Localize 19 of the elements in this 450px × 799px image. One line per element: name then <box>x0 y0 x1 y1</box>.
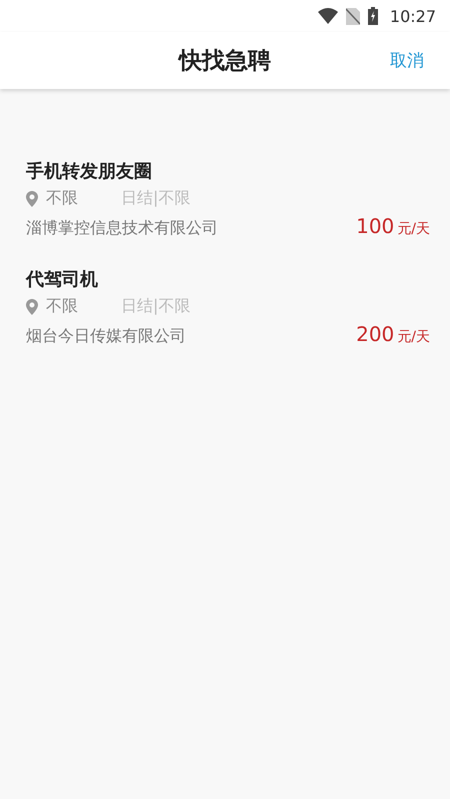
wifi-icon <box>318 8 338 24</box>
status-time: 10:27 <box>390 6 436 26</box>
no-sim-icon <box>346 8 360 24</box>
pay-unit: 元/天 <box>397 220 430 238</box>
job-location: 不限 <box>46 296 79 317</box>
job-settlement: 日结|不限 <box>121 188 190 209</box>
location-pin-icon <box>26 298 38 314</box>
pay-unit: 元/天 <box>397 328 430 346</box>
company-name: 淄博掌控信息技术有限公司 <box>26 218 218 239</box>
page-title: 快找急聘 <box>179 47 271 76</box>
location-pin-icon <box>26 190 38 206</box>
company-name: 烟台今日传媒有限公司 <box>26 326 186 347</box>
job-pay: 100 <box>356 214 394 238</box>
job-title[interactable]: 代驾司机 <box>26 267 430 291</box>
battery-icon <box>368 7 378 25</box>
job-pay: 200 <box>356 322 394 346</box>
job-title[interactable]: 手机转发朋友圈 <box>26 159 430 183</box>
job-settlement: 日结|不限 <box>121 296 190 317</box>
job-location: 不限 <box>46 188 79 209</box>
